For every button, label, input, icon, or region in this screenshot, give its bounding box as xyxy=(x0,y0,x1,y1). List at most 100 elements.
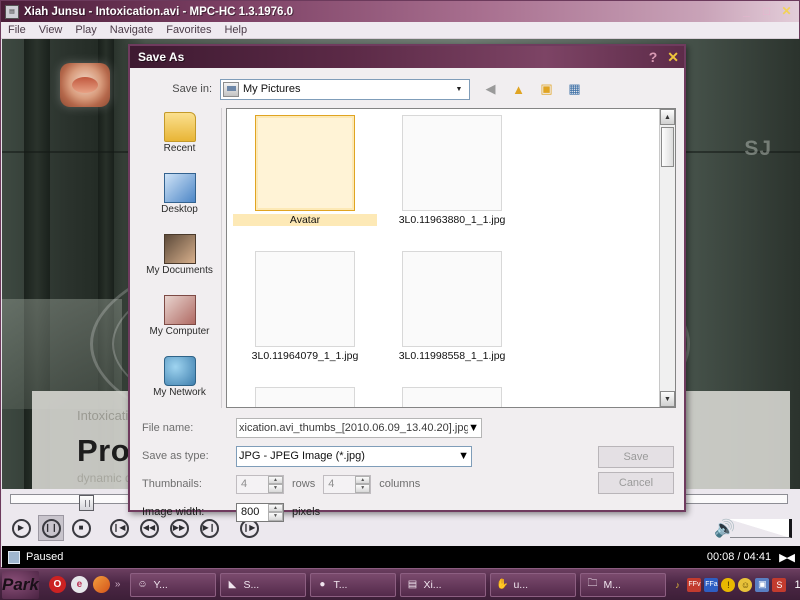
dialog-titlebar[interactable]: Save As ? ✕ xyxy=(130,46,684,68)
taskbar-item[interactable]: ◣ S... xyxy=(220,572,307,597)
taskbar-item-label: S... xyxy=(243,578,260,591)
thumbnails-row: Thumbnails: 4 ▲ ▼ rows 4 ▲ ▼ columns xyxy=(138,472,676,496)
stepper-up-icon: ▲ xyxy=(268,503,283,512)
taskbar-item[interactable]: ● T... xyxy=(310,572,397,597)
stepper-up-icon: ▲ xyxy=(355,475,371,484)
skip-back-button[interactable]: ❙◀ xyxy=(106,515,132,541)
thumbnail-rows-stepper[interactable]: 4 ▲ ▼ xyxy=(236,474,284,494)
network-icon[interactable]: ▣ xyxy=(755,577,770,592)
menu-item-play[interactable]: Play xyxy=(73,24,103,36)
menu-item-help[interactable]: Help xyxy=(222,24,254,36)
taskbar-item[interactable]: ▤ Xi... xyxy=(400,572,487,597)
ffdshow-audio-icon[interactable]: FFa xyxy=(704,577,719,592)
stop-button[interactable]: ■ xyxy=(68,515,94,541)
volume-slider[interactable] xyxy=(730,519,792,538)
screen: ▤ Xiah Junsu - Intoxication.avi - MPC-HC… xyxy=(0,0,800,600)
chevron-down-icon[interactable]: ▼ xyxy=(451,81,467,98)
rows-unit-label: rows xyxy=(292,478,316,490)
file-list-scrollbar[interactable]: ▲ ▼ xyxy=(659,109,675,407)
sidebar-item-desktop[interactable]: Desktop xyxy=(138,173,221,232)
play-button[interactable]: ▶ xyxy=(8,515,34,541)
list-item[interactable]: 3L0.11998747_55162... xyxy=(380,387,524,407)
list-item[interactable]: 3L0.11998605_1_1.jpg xyxy=(233,387,377,407)
save-as-type-value: JPG - JPEG Image (*.jpg) xyxy=(239,450,365,462)
stepper-arrows[interactable]: ▲ ▼ xyxy=(268,503,283,521)
opera-icon[interactable]: O xyxy=(48,576,66,593)
sidebar-item-my-computer[interactable]: My Computer xyxy=(138,295,221,354)
minimize-button[interactable]: _ xyxy=(740,3,753,19)
save-in-label: Save in: xyxy=(172,83,212,95)
scroll-up-button[interactable]: ▲ xyxy=(660,109,675,125)
pause-button[interactable]: ❙❙ xyxy=(38,515,64,541)
taskbar-item-label: Xi... xyxy=(423,578,442,591)
playback-status: Paused xyxy=(26,551,64,563)
list-item[interactable]: 3L0.11998558_1_1.jpg xyxy=(380,251,524,387)
chevron-down-icon[interactable]: ▼ xyxy=(458,450,469,462)
taskbar-item[interactable]: ✋ u... xyxy=(490,572,577,597)
image-width-stepper[interactable]: 800 ▲ ▼ xyxy=(236,502,284,522)
taskbar-item[interactable]: ☺ Y... xyxy=(130,572,217,597)
chevron-right-icon[interactable]: » xyxy=(115,579,121,590)
film-icon: ▤ xyxy=(5,4,19,19)
taskbar-item[interactable]: 🗀 M... xyxy=(580,572,667,597)
record-icon: ● xyxy=(319,579,326,590)
recent-folder-icon xyxy=(163,112,196,142)
shield-icon[interactable]: ! xyxy=(721,577,736,592)
internet-explorer-icon[interactable]: e xyxy=(70,576,88,593)
scrollbar-thumb[interactable] xyxy=(661,127,674,167)
maximize-button[interactable]: □ xyxy=(760,3,773,19)
ffdshow-video-icon[interactable]: FFv xyxy=(687,577,702,592)
scroll-down-button[interactable]: ▼ xyxy=(660,391,675,407)
player-title: Xiah Junsu - Intoxication.avi - MPC-HC 1… xyxy=(24,5,294,18)
smiley-icon: ☺ xyxy=(137,579,148,590)
sidebar-item-label: My Documents xyxy=(146,265,213,276)
sidebar-item-my-network[interactable]: My Network xyxy=(138,356,221,415)
smiley-tray-icon[interactable]: ☺ xyxy=(738,577,753,592)
antivirus-icon[interactable]: S xyxy=(772,577,787,592)
cancel-button[interactable]: Cancel xyxy=(598,472,674,494)
file-thumbnail xyxy=(402,251,503,347)
list-item[interactable]: Avatar xyxy=(233,115,377,251)
chevron-down-icon[interactable]: ▼ xyxy=(468,422,479,434)
start-button[interactable]: Park xyxy=(2,570,39,599)
film-icon: ▤ xyxy=(407,579,418,590)
help-button[interactable]: ? xyxy=(649,47,658,67)
save-as-type-combo[interactable]: JPG - JPEG Image (*.jpg) ▼ xyxy=(236,445,472,467)
clock[interactable]: 1:40 PM xyxy=(790,579,800,591)
dialog-close-button[interactable]: ✕ xyxy=(667,47,679,67)
places-bar: Recent Desktop My Documents My Computer xyxy=(138,108,222,408)
new-folder-button[interactable]: ▣ xyxy=(536,79,557,99)
file-name-input[interactable]: xication.avi_thumbs_[2010.06.09_13.40.20… xyxy=(236,418,482,438)
file-list[interactable]: Avatar 3L0.11963880_1_1.jpg 3L0.11964079… xyxy=(226,108,676,408)
firefox-icon[interactable] xyxy=(92,576,110,593)
save-in-combo[interactable]: My Pictures ▼ xyxy=(220,78,470,100)
menu-item-navigate[interactable]: Navigate xyxy=(108,24,160,36)
back-button[interactable]: ◀ xyxy=(480,79,501,99)
stepper-down-icon: ▼ xyxy=(268,512,283,521)
save-button[interactable]: Save xyxy=(598,446,674,468)
file-label: 3L0.11998558_1_1.jpg xyxy=(398,350,506,362)
list-item[interactable]: 3L0.11963880_1_1.jpg xyxy=(380,115,524,251)
file-thumbnail xyxy=(255,387,355,407)
sidebar-item-my-documents[interactable]: My Documents xyxy=(138,234,221,293)
player-titlebar[interactable]: ▤ Xiah Junsu - Intoxication.avi - MPC-HC… xyxy=(1,1,799,22)
save-as-type-label: Save as type: xyxy=(142,450,209,462)
up-one-level-button[interactable]: ▲ xyxy=(508,79,529,99)
stepper-down-icon: ▼ xyxy=(268,484,283,493)
seek-thumb[interactable] xyxy=(79,495,94,511)
views-button[interactable]: ▦ xyxy=(564,79,585,99)
stepper-arrows[interactable]: ▲ ▼ xyxy=(268,475,283,493)
close-button[interactable]: ✕ xyxy=(780,3,793,19)
taskbar-item-label: M... xyxy=(603,578,621,591)
save-as-dialog: Save As ? ✕ Save in: My Pictures ▼ ◀ ▲ ▣… xyxy=(128,44,686,522)
thumbnail-columns-stepper[interactable]: 4 ▲ ▼ xyxy=(323,474,372,494)
music-note-icon[interactable]: ♪ xyxy=(670,578,684,592)
sidebar-item-recent[interactable]: Recent xyxy=(138,112,221,171)
columns-unit-label: columns xyxy=(379,478,421,490)
menu-item-favorites[interactable]: Favorites xyxy=(164,24,218,36)
list-item[interactable]: 3L0.11964079_1_1.jpg xyxy=(233,251,377,387)
video-emblem xyxy=(60,63,110,107)
menu-item-file[interactable]: File xyxy=(6,24,33,36)
stepper-arrows[interactable]: ▲ ▼ xyxy=(355,475,371,493)
menu-item-view[interactable]: View xyxy=(37,24,70,36)
